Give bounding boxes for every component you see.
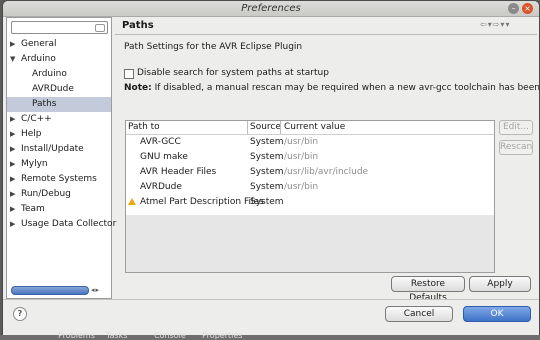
tree-item[interactable]: ▶ Team [7,202,111,217]
tree-item-label: Team [21,204,45,214]
chevron-right-icon[interactable]: ▶ [10,187,15,202]
view-tab[interactable]: Properties [202,331,242,340]
tree-item[interactable]: ▶ C/C++ [7,112,111,127]
tree-item[interactable]: Arduino [7,67,111,82]
tree-item-label: Paths [32,99,57,109]
path-cell: AVR Header Files [140,167,217,177]
apply-button[interactable]: Apply [469,276,531,292]
note-text: Note: If disabled, a manual rescan may b… [124,83,540,93]
tree-item-label: AVRDude [32,84,74,94]
tree-item-label: Mylyn [21,159,48,169]
path-cell: AVR-GCC [140,137,181,147]
divider [115,34,537,35]
chevron-right-icon[interactable]: ▶ [10,172,15,187]
table-row[interactable]: GNU make System/usr/bin [126,150,494,165]
view-tab[interactable]: Problems [58,331,95,340]
minimize-button[interactable]: – [508,3,519,14]
tree-item[interactable]: AVRDude [7,82,111,97]
filter-input[interactable] [11,21,108,34]
tree-item[interactable]: ▶ Usage Data Collector [7,217,116,232]
warning-icon [128,198,136,205]
value-cell: /usr/lib/avr/include [284,167,369,177]
preference-tree: ▶ General ▼ Arduino Arduino AVRDude Paths ▶ C/C+… [7,37,116,232]
paths-table: Path to Source Current value AVR-GCC Syst… [125,120,495,273]
tree-item-label: Usage Data Collector [21,219,117,229]
history-nav-icons[interactable]: ⇦▾⇨▾▾ [480,20,510,29]
close-button[interactable]: × [522,3,533,14]
source-cell: System [250,137,284,147]
tree-item[interactable]: ▶ Help [7,127,111,142]
tree-item-label: General [21,39,57,49]
disable-search-checkbox[interactable] [124,69,134,79]
value-cell: /usr/bin [284,137,319,147]
tree-item-label: Arduino [21,54,56,64]
note-label: Note: [124,83,152,93]
tree-item-label: C/C++ [21,114,52,124]
column-header-path[interactable]: Path to [128,122,160,132]
column-divider [247,121,248,134]
tree-item[interactable]: ▶ Install/Update [7,142,111,157]
help-icon[interactable]: ? [13,307,27,321]
tree-item-label: Remote Systems [21,174,97,184]
scroll-arrows-icon[interactable]: ◂▸ [91,286,100,294]
table-body: AVR-GCC System/usr/bin GNU make System/usr/… [126,135,494,215]
tree-item[interactable]: ▶ General [7,37,111,52]
restore-defaults-button[interactable]: Restore Defaults [391,276,465,303]
background-view-tabs: Problems Tasks Console Properties [0,331,540,340]
tree-item-label: Arduino [32,69,67,79]
chevron-right-icon[interactable]: ▶ [10,37,15,52]
tree-item-label: Run/Debug [21,189,71,199]
tree-item[interactable]: ▼ Arduino [7,52,111,67]
tree-item[interactable]: Paths [7,97,111,112]
tree-item-label: Install/Update [21,144,84,154]
path-cell: AVRDude [140,182,182,192]
chevron-right-icon[interactable]: ▶ [10,202,15,217]
value-cell: /usr/bin [284,182,319,192]
window-title: Preferences [241,3,301,14]
horizontal-scrollbar[interactable]: ◂▸ [11,286,109,295]
cancel-button[interactable]: Cancel [385,306,453,322]
column-header-source[interactable]: Source [250,122,281,132]
chevron-right-icon[interactable]: ▶ [10,157,15,172]
source-cell: System [250,167,284,177]
table-row[interactable]: Atmel Part Description Files System [126,195,494,210]
table-row[interactable]: AVR Header Files System/usr/lib/avr/inclu… [126,165,494,180]
tree-item[interactable]: ▶ Run/Debug [7,187,111,202]
table-header: Path to Source Current value [126,121,494,135]
chevron-right-icon[interactable]: ▶ [10,217,15,232]
column-header-value[interactable]: Current value [284,122,345,132]
chevron-down-icon[interactable]: ▼ [10,52,15,67]
preference-tree-panel: ▶ General ▼ Arduino Arduino AVRDude Paths ▶ C/C+… [6,17,116,299]
value-cell: /usr/bin [284,152,319,162]
view-tab[interactable]: Tasks [106,331,127,340]
page-description: Path Settings for the AVR Eclipse Plugin [124,42,303,52]
rescan-button[interactable]: Rescan [499,140,533,155]
table-row[interactable]: AVRDude System/usr/bin [126,180,494,195]
path-cell: GNU make [140,152,188,162]
tree-item-label: Help [21,129,42,139]
tree-item[interactable]: ▶ Remote Systems [7,172,111,187]
edit-button[interactable]: Edit... [499,120,533,135]
tree-item[interactable]: ▶ Mylyn [7,157,111,172]
chevron-right-icon[interactable]: ▶ [10,127,15,142]
source-cell: System [250,182,284,192]
title-bar[interactable]: Preferences – × [3,1,539,17]
disable-search-label: Disable search for system paths at start… [137,68,329,78]
page-title: Paths [122,20,154,31]
preferences-window: Preferences – × ▶ General ▼ Arduino Arduino A… [2,0,540,337]
source-cell: System [250,197,284,207]
scrollbar-thumb[interactable] [11,286,89,295]
table-row[interactable]: AVR-GCC System/usr/bin [126,135,494,150]
view-tab[interactable]: Console [154,331,186,340]
path-cell: Atmel Part Description Files [140,197,264,207]
ok-button[interactable]: OK [463,306,531,322]
note-body: If disabled, a manual rescan may be requ… [154,83,540,93]
column-divider [280,121,281,134]
chevron-right-icon[interactable]: ▶ [10,112,15,127]
divider [3,299,539,300]
chevron-right-icon[interactable]: ▶ [10,142,15,157]
source-cell: System [250,152,284,162]
clear-filter-icon[interactable] [95,24,105,32]
